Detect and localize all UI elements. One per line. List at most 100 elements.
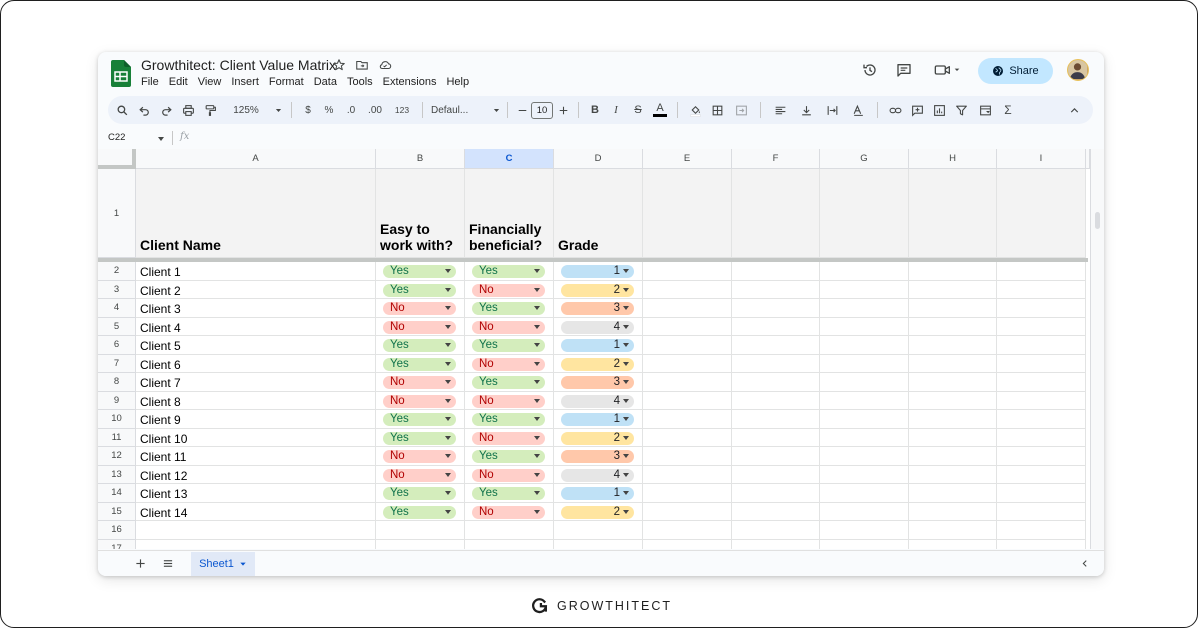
meet-video-icon[interactable] <box>934 62 962 78</box>
cell[interactable] <box>732 410 820 429</box>
cell[interactable]: No <box>376 299 465 318</box>
menu-view[interactable]: View <box>198 76 222 88</box>
cell[interactable] <box>820 484 909 503</box>
row-header-7[interactable]: 7 <box>98 354 136 373</box>
cell[interactable] <box>732 521 820 540</box>
cell[interactable]: No <box>465 317 554 336</box>
cloud-status-icon[interactable] <box>378 58 392 72</box>
cell[interactable] <box>997 539 1086 549</box>
undo-button[interactable] <box>133 96 155 124</box>
cell[interactable] <box>643 280 732 299</box>
cell[interactable] <box>820 280 909 299</box>
cell[interactable]: Yes <box>465 447 554 466</box>
financial-dropdown-chip[interactable]: No <box>472 357 545 371</box>
cell[interactable]: Easy to work with? <box>376 169 465 258</box>
cell[interactable] <box>997 299 1086 318</box>
cell[interactable] <box>997 373 1086 392</box>
cell[interactable]: Client 11 <box>136 447 376 466</box>
cell[interactable]: 3 <box>554 447 643 466</box>
cell[interactable] <box>554 521 643 540</box>
cell[interactable]: No <box>465 465 554 484</box>
cell[interactable] <box>643 521 732 540</box>
grade-dropdown-chip[interactable]: 1 <box>561 265 634 278</box>
cell[interactable]: Client 5 <box>136 336 376 355</box>
cell[interactable]: Client 2 <box>136 280 376 299</box>
cell[interactable]: Client 13 <box>136 484 376 503</box>
filter-button[interactable] <box>950 96 972 124</box>
financial-dropdown-chip[interactable]: No <box>472 431 545 445</box>
cell[interactable] <box>643 502 732 521</box>
font-select[interactable]: Defaul... <box>429 96 491 124</box>
grade-dropdown-chip[interactable]: 2 <box>561 505 634 519</box>
grade-dropdown-chip[interactable]: 2 <box>561 431 634 445</box>
cell[interactable] <box>732 299 820 318</box>
row-header-12[interactable]: 12 <box>98 447 136 466</box>
easy-dropdown-chip[interactable]: Yes <box>383 265 456 278</box>
format-currency-button[interactable]: $ <box>298 96 318 124</box>
easy-dropdown-chip[interactable]: Yes <box>383 357 456 371</box>
format-percent-button[interactable]: % <box>318 96 340 124</box>
cell[interactable]: Yes <box>376 502 465 521</box>
cell[interactable] <box>997 317 1086 336</box>
grade-dropdown-chip[interactable]: 2 <box>561 357 634 371</box>
cell[interactable]: Yes <box>376 410 465 429</box>
decrease-font-size-button[interactable] <box>514 96 530 124</box>
cell[interactable] <box>643 484 732 503</box>
document-title[interactable]: Growthitect: Client Value Matrix <box>141 57 336 73</box>
row-header-6[interactable]: 6 <box>98 336 136 355</box>
cell[interactable] <box>997 428 1086 447</box>
cell[interactable]: Client Name <box>136 169 376 258</box>
row-header-5[interactable]: 5 <box>98 317 136 336</box>
cell[interactable] <box>376 521 465 540</box>
grade-dropdown-chip[interactable]: 4 <box>561 320 634 334</box>
easy-dropdown-chip[interactable]: No <box>383 468 456 482</box>
cell[interactable] <box>997 447 1086 466</box>
decrease-decimal-button[interactable]: .0 <box>340 96 362 124</box>
cell[interactable] <box>997 521 1086 540</box>
financial-dropdown-chip[interactable]: Yes <box>472 376 545 389</box>
cell[interactable] <box>820 428 909 447</box>
cell[interactable] <box>820 336 909 355</box>
sheet-grid[interactable]: A B C D E F G H I 1 Client Name Easy to work with? Fi… <box>98 149 1104 549</box>
hide-menus-button[interactable] <box>1061 96 1087 124</box>
cell[interactable]: No <box>465 502 554 521</box>
menu-tools[interactable]: Tools <box>347 76 373 88</box>
column-header-g[interactable]: G <box>820 149 909 169</box>
grade-dropdown-chip[interactable]: 1 <box>561 339 634 352</box>
more-formats-button[interactable]: 123 <box>388 96 416 124</box>
row-header-11[interactable]: 11 <box>98 428 136 447</box>
easy-dropdown-chip[interactable]: No <box>383 450 456 463</box>
column-header-d[interactable]: D <box>554 149 643 169</box>
cell[interactable]: 4 <box>554 317 643 336</box>
easy-dropdown-chip[interactable]: No <box>383 394 456 408</box>
select-all-corner[interactable] <box>98 149 136 169</box>
cell[interactable] <box>643 428 732 447</box>
cell[interactable]: 2 <box>554 428 643 447</box>
paint-format-button[interactable] <box>199 96 221 124</box>
cell[interactable] <box>732 502 820 521</box>
cell[interactable] <box>732 484 820 503</box>
cell[interactable]: 1 <box>554 484 643 503</box>
share-button[interactable]: Share <box>978 58 1053 84</box>
cell[interactable]: Yes <box>376 484 465 503</box>
cell[interactable]: Client 8 <box>136 391 376 410</box>
cell[interactable] <box>643 336 732 355</box>
cell[interactable] <box>909 354 997 373</box>
vertical-scrollbar[interactable] <box>1090 149 1104 549</box>
cell[interactable] <box>909 391 997 410</box>
cell[interactable]: No <box>376 391 465 410</box>
search-menus-button[interactable] <box>111 96 133 124</box>
financial-dropdown-chip[interactable]: No <box>472 505 545 519</box>
cell[interactable]: 2 <box>554 354 643 373</box>
grade-dropdown-chip[interactable]: 2 <box>561 283 634 297</box>
cell[interactable] <box>643 299 732 318</box>
menu-data[interactable]: Data <box>314 76 337 88</box>
easy-dropdown-chip[interactable]: No <box>383 320 456 334</box>
chevron-left-icon[interactable] <box>1080 558 1090 569</box>
grade-dropdown-chip[interactable]: 3 <box>561 376 634 389</box>
row-header-15[interactable]: 15 <box>98 502 136 521</box>
cell[interactable]: Yes <box>465 299 554 318</box>
cell[interactable]: 2 <box>554 502 643 521</box>
cell[interactable] <box>909 280 997 299</box>
zoom-select[interactable]: 125% <box>221 96 271 124</box>
